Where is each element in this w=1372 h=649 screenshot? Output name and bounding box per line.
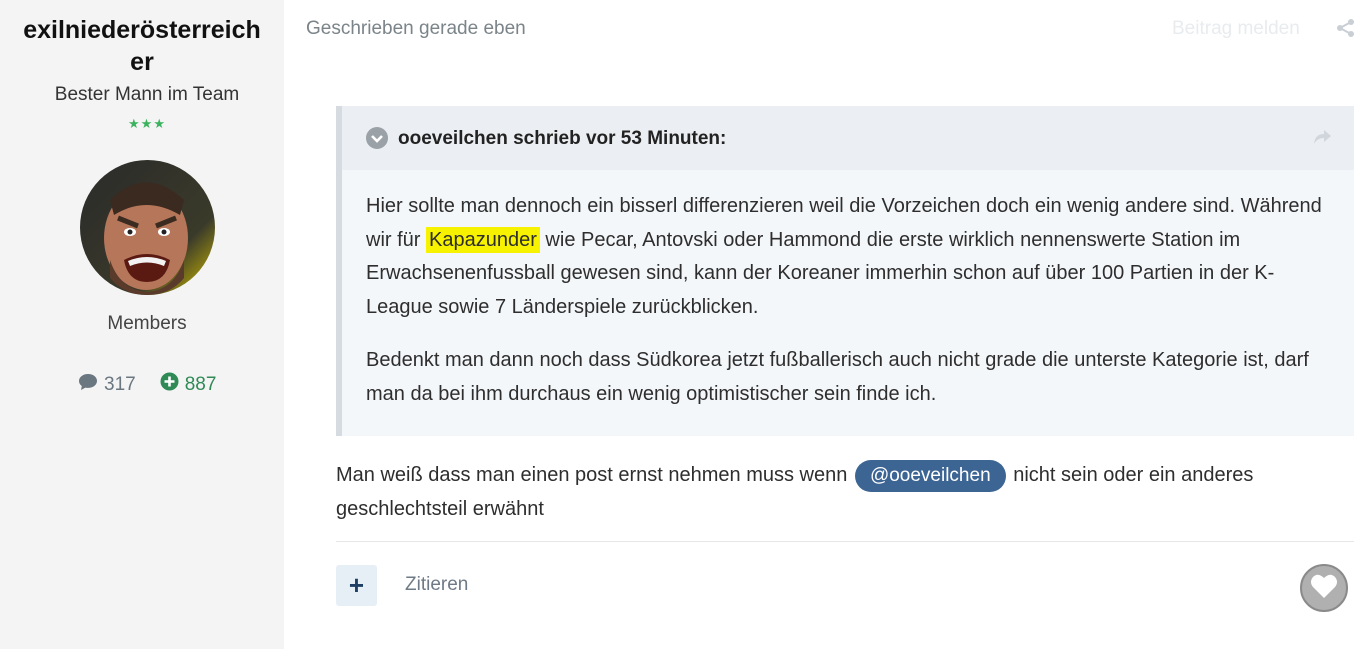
plus-circle-icon <box>160 372 179 397</box>
heart-icon <box>1310 573 1338 604</box>
quote-paragraph-2: Bedenkt man dann noch dass Südkorea jetz… <box>366 349 1309 405</box>
chevron-down-icon[interactable] <box>366 127 388 154</box>
author-stats: 317 887 <box>78 372 216 397</box>
multiquote-button[interactable]: + <box>336 565 377 606</box>
post-timestamp[interactable]: Geschrieben gerade eben <box>306 18 526 40</box>
share-icon[interactable] <box>1336 18 1356 43</box>
post-body: Man weiß dass man einen post ernst nehme… <box>336 458 1336 526</box>
like-button[interactable] <box>1300 564 1348 612</box>
post-count[interactable]: 317 <box>78 373 136 397</box>
quote-header: ooeveilchen schrieb vor 53 Minuten: <box>342 106 1354 170</box>
user-mention[interactable]: @ooeveilchen <box>854 460 1006 492</box>
author-username[interactable]: exilniederösterreicher <box>20 14 264 78</box>
post-count-value: 317 <box>104 373 136 395</box>
forward-arrow-icon[interactable] <box>1312 128 1332 151</box>
divider <box>336 541 1354 542</box>
reputation[interactable]: 887 <box>160 372 217 397</box>
quote-body: Hier sollte man dennoch ein bisserl diff… <box>366 190 1336 431</box>
author-group: Members <box>107 313 187 334</box>
report-post-link[interactable]: Beitrag melden <box>1172 18 1300 40</box>
highlighted-word: Kapazunder <box>426 226 540 253</box>
author-sidebar: exilniederösterreicher Bester Mann im Te… <box>0 0 284 649</box>
quote-button[interactable]: Zitieren <box>405 574 468 596</box>
comment-icon <box>78 373 98 397</box>
quote-block: ooeveilchen schrieb vor 53 Minuten: Hier… <box>336 106 1354 436</box>
reputation-value: 887 <box>184 373 217 395</box>
rank-stars: ★★★ <box>128 116 166 131</box>
avatar[interactable] <box>80 160 215 295</box>
author-rank-title: Bester Mann im Team <box>54 84 240 105</box>
quote-citation[interactable]: ooeveilchen schrieb vor 53 Minuten: <box>398 128 726 150</box>
quote-paragraph-1: Hier sollte man dennoch ein bisserl diff… <box>366 195 1322 318</box>
